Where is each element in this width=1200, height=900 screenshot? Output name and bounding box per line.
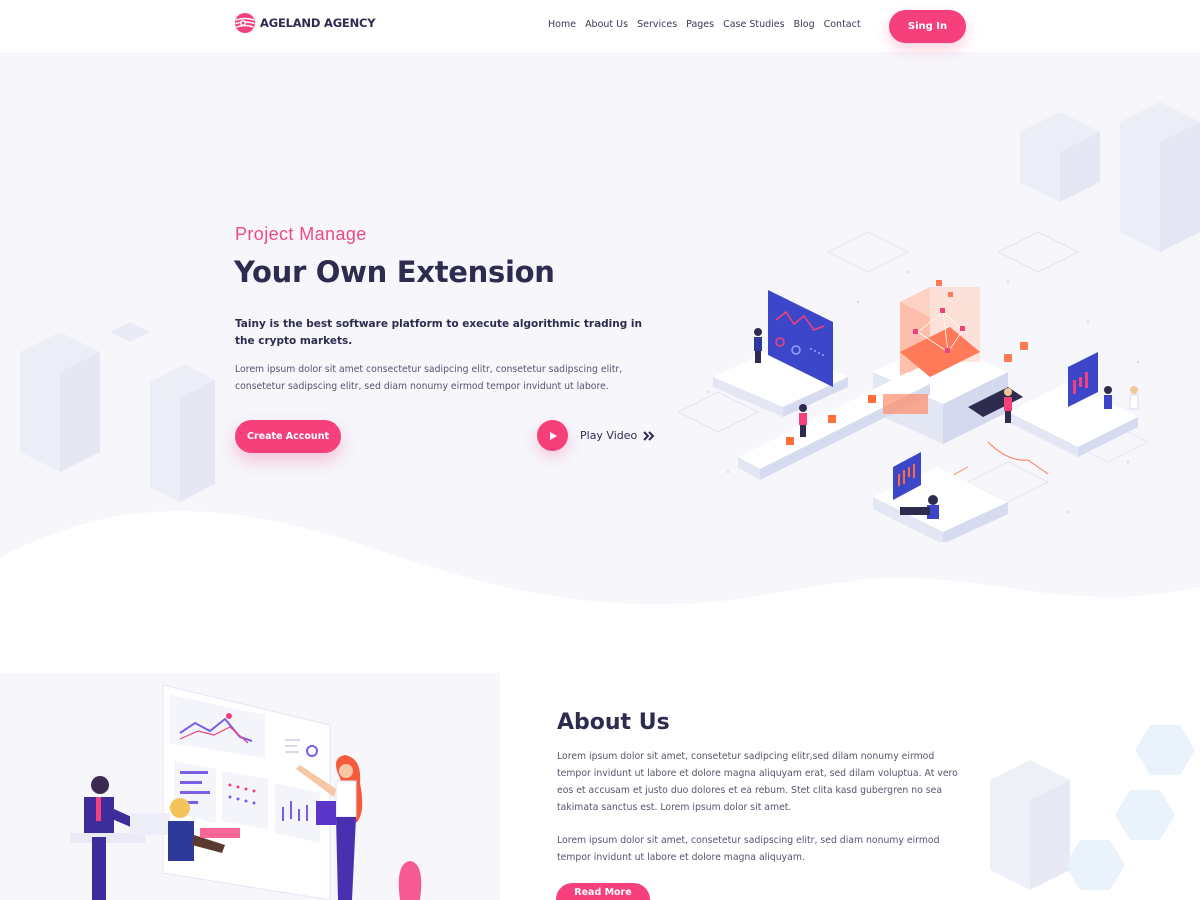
about-paragraph-1: Lorem ipsum dolor sit amet, consetetur s…: [557, 751, 958, 813]
about-paragraph-2: Lorem ipsum dolor sit amet, consetetur s…: [557, 835, 940, 863]
brand-logo[interactable]: AGELAND AGENCY: [234, 12, 376, 34]
play-icon: [549, 431, 557, 440]
create-account-button[interactable]: Create Account: [235, 420, 341, 453]
nav-link-pages[interactable]: Pages: [686, 19, 714, 30]
play-video-link[interactable]: Play Video: [537, 420, 655, 451]
faded-hexagons-illustration: [990, 725, 1195, 890]
isometric-platform-illustration: [676, 231, 1150, 542]
globe-logo-icon: [235, 13, 255, 33]
about-illustration-panel: [0, 673, 500, 900]
main-menu: Home About Us Services Pages Case Studie…: [548, 19, 861, 30]
play-button[interactable]: [537, 420, 568, 451]
double-chevron-right-icon: [643, 430, 655, 441]
hero-section: Project Manage Your Own Extension Tainy …: [0, 52, 1200, 622]
nav-link-about-us[interactable]: About Us: [585, 19, 628, 30]
nav-link-blog[interactable]: Blog: [794, 19, 815, 30]
nav-link-home[interactable]: Home: [548, 19, 576, 30]
brand-name: AGELAND AGENCY: [260, 16, 376, 30]
play-video-label: Play Video: [580, 429, 638, 442]
nav-link-case-studies[interactable]: Case Studies: [723, 19, 785, 30]
top-navbar: AGELAND AGENCY Home About Us Services Pa…: [0, 0, 1200, 52]
sign-in-button[interactable]: Sing In: [889, 10, 966, 43]
hero-title: Your Own Extension: [234, 255, 555, 289]
about-title: About Us: [557, 710, 670, 735]
read-more-button[interactable]: Read More: [556, 883, 650, 900]
faded-blocks-illustration: [20, 322, 215, 502]
nav-link-services[interactable]: Services: [637, 19, 677, 30]
hero-eyebrow: Project Manage: [235, 224, 367, 244]
hero-body-text: Lorem ipsum dolor sit amet consectetur s…: [235, 364, 623, 392]
nav-link-contact[interactable]: Contact: [824, 19, 861, 30]
hero-lead-text: Tainy is the best software platform to e…: [235, 318, 642, 347]
team-analytics-illustration: [70, 684, 422, 900]
